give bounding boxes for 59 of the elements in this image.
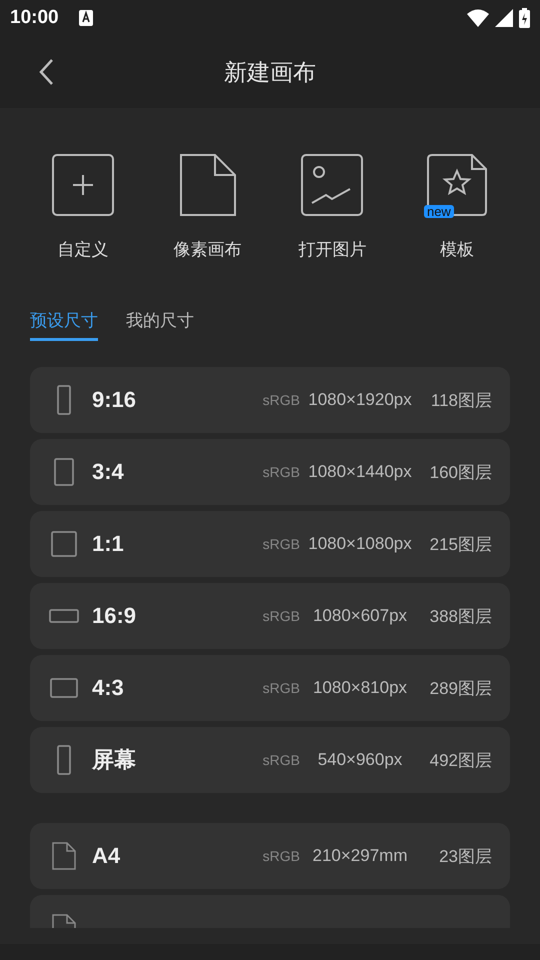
- canvas-size: 540×960px: [316, 750, 404, 770]
- tab[interactable]: 预设尺寸: [30, 309, 98, 341]
- canvas-size: 1080×810px: [312, 678, 408, 698]
- preset-card[interactable]: 屏幕 sRGB 540×960px 492图层: [30, 727, 510, 793]
- preset-name: 4:3: [92, 675, 125, 701]
- color-space: sRGB: [262, 392, 300, 408]
- preset-name: A4: [92, 843, 122, 869]
- color-space: sRGB: [262, 752, 300, 768]
- color-space: sRGB: [262, 608, 300, 624]
- action-label[interactable]: 像素画布: [174, 238, 242, 261]
- canvas-size: 1080×1440px: [307, 462, 413, 482]
- canvas-size: 1080×1080px: [307, 534, 413, 554]
- color-space: sRGB: [262, 848, 300, 864]
- canvas-size: 1080×607px: [312, 606, 408, 626]
- preset-name: 9:16: [92, 387, 138, 413]
- layer-count: 23图层: [438, 846, 492, 868]
- preset-card[interactable]: 4:3 sRGB 1080×810px 289图层: [30, 655, 510, 721]
- action-label[interactable]: 打开图片: [298, 238, 366, 261]
- preset-name: 屏幕: [92, 746, 137, 774]
- aspect-icon: [49, 609, 79, 623]
- preset-card[interactable]: A4 sRGB 210×297mm 23图层: [30, 823, 510, 889]
- layer-count: 160图层: [428, 462, 492, 484]
- action-label[interactable]: 自定义: [58, 238, 108, 261]
- aspect-icon: [57, 385, 71, 415]
- page-icon[interactable]: [178, 153, 237, 217]
- canvas-size: 1080×1920px: [307, 390, 413, 410]
- back-button[interactable]: [38, 58, 54, 86]
- action-label[interactable]: 模板: [440, 238, 474, 261]
- layer-count: 492图层: [428, 750, 492, 772]
- wifi-icon: [467, 9, 489, 27]
- preset-card[interactable]: 9:16 sRGB 1080×1920px 118图层: [30, 367, 510, 433]
- page-icon: [52, 842, 76, 870]
- layer-count: 289图层: [428, 678, 492, 700]
- tab[interactable]: 我的尺寸: [126, 309, 194, 341]
- notification-icon: [78, 10, 93, 26]
- aspect-icon: [51, 531, 77, 557]
- preset-card[interactable]: 1:1 sRGB 1080×1080px 215图层: [30, 511, 510, 577]
- page-title: 新建画布: [224, 58, 316, 88]
- preset-name: 16:9: [92, 603, 138, 629]
- aspect-icon: [50, 678, 78, 698]
- status-time: 10:00: [10, 7, 59, 29]
- preset-card[interactable]: 16:9 sRGB 1080×607px 388图层: [30, 583, 510, 649]
- color-space: sRGB: [262, 464, 300, 480]
- canvas-size: 210×297mm: [312, 846, 408, 866]
- new-badge: new: [424, 205, 454, 218]
- signal-icon: [495, 9, 513, 27]
- layer-count: 388图层: [428, 606, 492, 628]
- color-space: sRGB: [262, 680, 300, 696]
- layer-count: 215图层: [428, 534, 492, 556]
- preset-name: 1:1: [92, 531, 125, 557]
- color-space: sRGB: [262, 536, 300, 552]
- plus-icon[interactable]: [51, 153, 115, 217]
- layer-count: 118图层: [430, 390, 492, 412]
- battery-icon: [519, 8, 530, 28]
- preset-name: 3:4: [92, 459, 125, 485]
- aspect-icon: [54, 458, 74, 486]
- aspect-icon: [57, 745, 71, 775]
- preset-card[interactable]: 3:4 sRGB 1080×1440px 160图层: [30, 439, 510, 505]
- image-icon[interactable]: [300, 153, 364, 217]
